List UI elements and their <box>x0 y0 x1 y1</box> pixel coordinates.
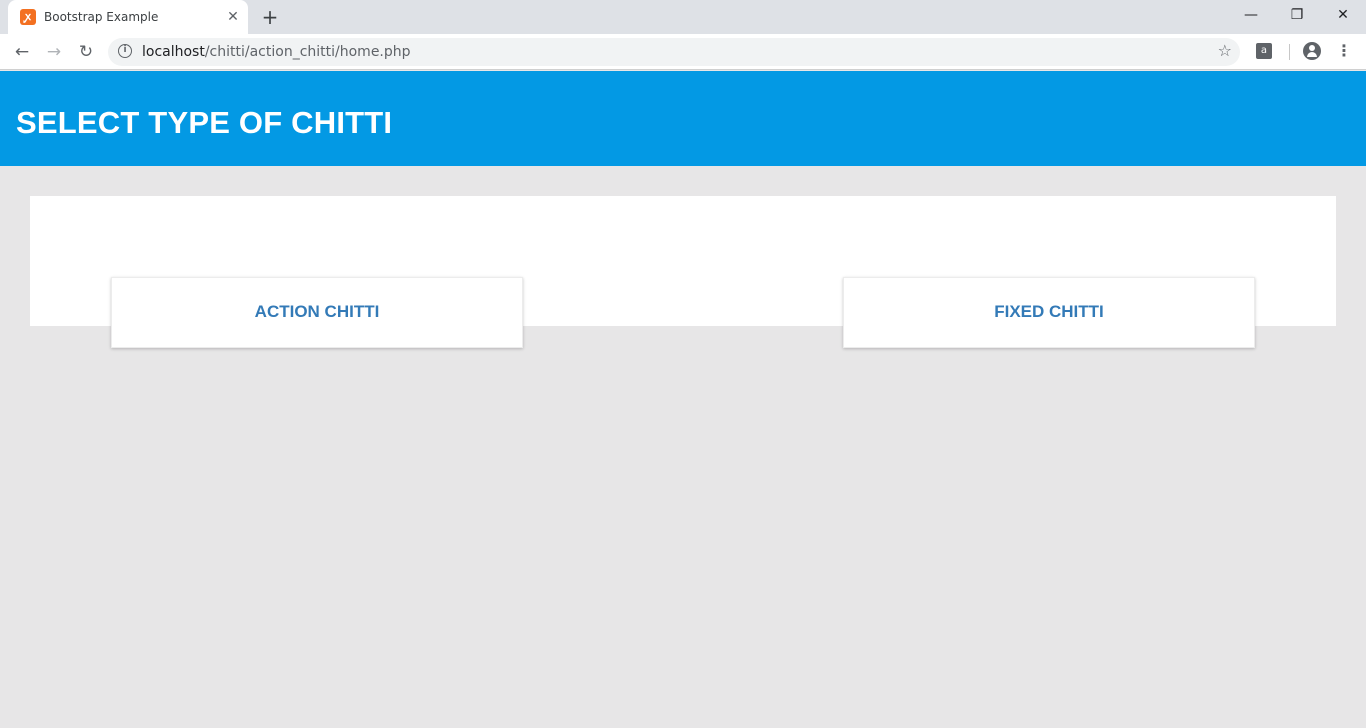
fixed-chitti-label: FIXED CHITTI <box>994 302 1104 321</box>
address-bar[interactable]: i localhost/chitti/action_chitti/home.ph… <box>108 38 1240 66</box>
info-icon[interactable]: i <box>118 44 132 58</box>
tab-title: Bootstrap Example <box>44 10 159 24</box>
action-chitti-label: ACTION CHITTI <box>254 302 380 321</box>
xampp-favicon-icon: ꭙ <box>20 9 36 25</box>
back-icon[interactable]: ← <box>10 40 34 64</box>
browser-toolbar: ← → ↻ i localhost/chitti/action_chitti/h… <box>0 34 1366 70</box>
bookmark-star-icon[interactable]: ☆ <box>1218 41 1232 60</box>
action-chitti-button[interactable]: ACTION CHITTI <box>111 277 523 348</box>
window-minimize-button[interactable]: — <box>1228 0 1274 30</box>
browser-tab[interactable]: ꭙ Bootstrap Example ✕ <box>8 0 248 34</box>
url-host: localhost <box>142 44 205 60</box>
browser-tab-strip: ꭙ Bootstrap Example ✕ + — ❐ ✕ <box>0 0 1366 34</box>
fixed-chitti-button[interactable]: FIXED CHITTI <box>843 277 1255 348</box>
page-title: SELECT TYPE OF CHITTI <box>16 105 393 140</box>
new-tab-button[interactable]: + <box>258 6 282 28</box>
reload-icon[interactable]: ↻ <box>74 40 98 64</box>
menu-icon[interactable]: ⋮ <box>1336 41 1352 61</box>
url-path: /chitti/action_chitti/home.php <box>204 44 411 60</box>
window-restore-button[interactable]: ❐ <box>1274 0 1320 30</box>
url-text[interactable]: localhost/chitti/action_chitti/home.php <box>142 44 411 60</box>
toolbar-divider <box>1289 44 1290 60</box>
tab-close-icon[interactable]: ✕ <box>224 8 242 26</box>
window-close-button[interactable]: ✕ <box>1320 0 1366 30</box>
profile-icon[interactable] <box>1303 42 1321 60</box>
forward-icon[interactable]: → <box>42 40 66 64</box>
extension-icon[interactable]: a <box>1256 43 1272 59</box>
page-header: SELECT TYPE OF CHITTI <box>0 71 1366 166</box>
